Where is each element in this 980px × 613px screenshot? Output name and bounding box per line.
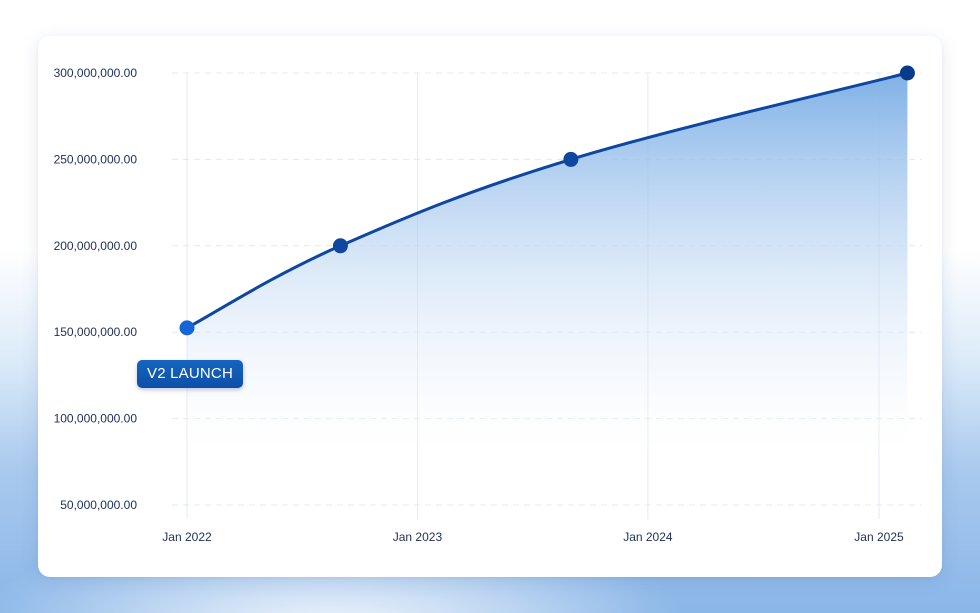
v2-launch-annotation: V2 LAUNCH: [137, 360, 243, 388]
y-tick-label: 100,000,000.00: [54, 412, 138, 426]
y-axis: 300,000,000.00 250,000,000.00 200,000,000.…: [54, 66, 138, 512]
area-path: [187, 73, 908, 450]
data-point[interactable]: [179, 320, 195, 336]
x-tick-label: Jan 2025: [854, 530, 904, 544]
y-tick-label: 200,000,000.00: [54, 239, 138, 253]
y-tick-label: 150,000,000.00: [54, 325, 138, 339]
data-point[interactable]: [563, 151, 579, 167]
area-fill: [187, 73, 908, 450]
x-tick-label: Jan 2024: [623, 530, 673, 544]
area-chart: 300,000,000.00 250,000,000.00 200,000,000.…: [54, 65, 922, 544]
y-tick-label: 300,000,000.00: [54, 66, 138, 80]
y-tick-label: 50,000,000.00: [60, 498, 137, 512]
x-tick-label: Jan 2023: [393, 530, 443, 544]
x-axis: Jan 2022 Jan 2023 Jan 2024 Jan 2025: [162, 530, 904, 544]
y-tick-label: 250,000,000.00: [54, 152, 138, 166]
data-point[interactable]: [332, 238, 348, 254]
x-tick-label: Jan 2022: [162, 530, 212, 544]
data-point[interactable]: [899, 65, 915, 81]
